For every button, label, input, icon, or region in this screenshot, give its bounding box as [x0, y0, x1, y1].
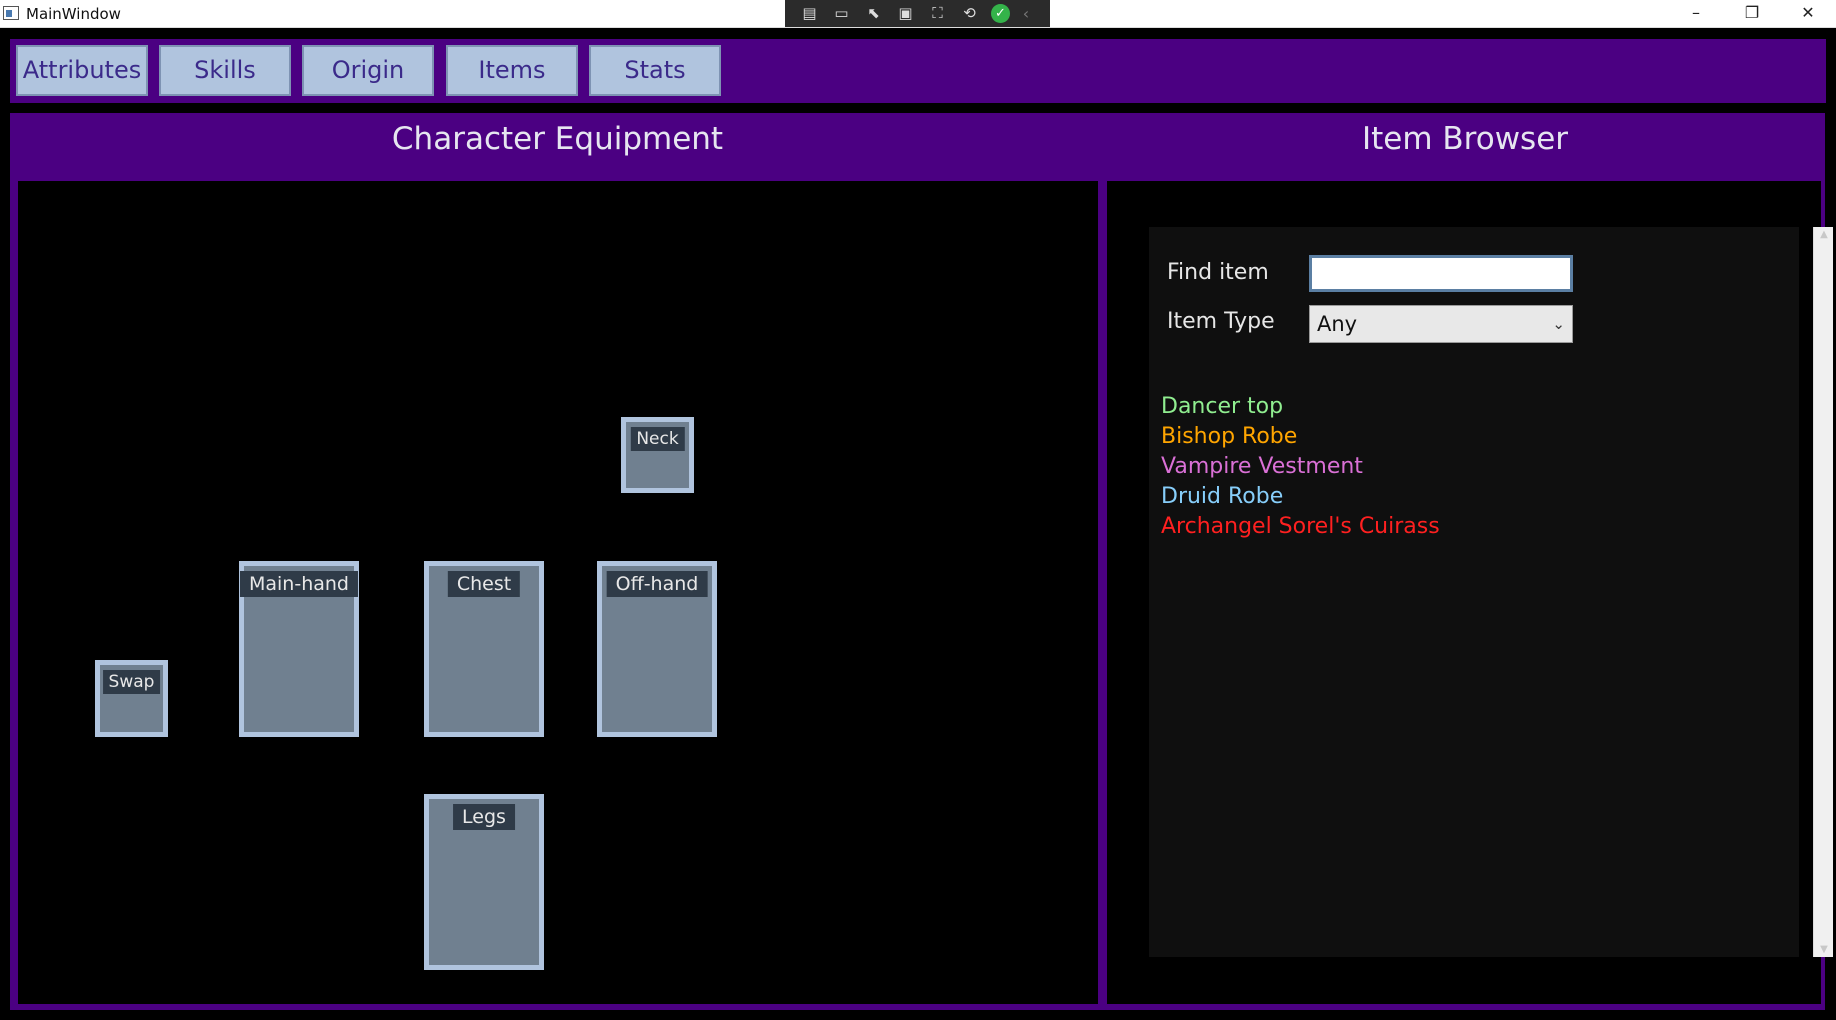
list-item[interactable]: Archangel Sorel's Cuirass	[1161, 512, 1440, 542]
list-item[interactable]: Bishop Robe	[1161, 422, 1440, 452]
tab-attributes[interactable]: Attributes	[16, 45, 148, 96]
item-type-value: Any	[1317, 312, 1358, 336]
collapse-chevron-icon[interactable]: ‹	[1021, 4, 1031, 23]
window-controls: – ❐ ✕	[1668, 0, 1836, 28]
window-icon	[3, 6, 19, 20]
hot-reload-icon[interactable]: ⟲	[959, 4, 980, 23]
slot-chest-label: Chest	[447, 571, 521, 597]
item-browser-panel: Item Browser Find item Item Type Any ⌄ D…	[1105, 113, 1833, 1010]
scroll-up-icon[interactable]: ▲	[1814, 229, 1834, 240]
slot-main-hand-label: Main-hand	[239, 571, 359, 597]
item-browser-title: Item Browser	[1361, 121, 1569, 157]
find-item-input[interactable]	[1309, 255, 1573, 292]
title-bar: MainWindow ▤ ▭ ⬉ ▣ ⛶ ⟲ ✓ ‹ – ❐ ✕	[0, 0, 1836, 28]
slot-legs[interactable]: Legs	[424, 794, 544, 970]
slot-neck-label: Neck	[630, 427, 685, 451]
item-browser-area: Find item Item Type Any ⌄ Dancer top Bis…	[1107, 181, 1833, 1004]
slot-off-hand[interactable]: Off-hand	[597, 561, 717, 737]
slot-swap-label: Swap	[102, 670, 161, 694]
select-element-icon[interactable]: ⬉	[863, 4, 884, 23]
item-type-select[interactable]: Any ⌄	[1309, 305, 1573, 343]
vertical-scrollbar[interactable]: ▲ ▼	[1813, 227, 1833, 957]
item-type-label: Item Type	[1167, 309, 1275, 334]
character-equipment-panel: Character Equipment Neck Main-hand Chest…	[10, 113, 1105, 1010]
slot-main-hand[interactable]: Main-hand	[239, 561, 359, 737]
list-item[interactable]: Vampire Vestment	[1161, 452, 1440, 482]
item-list: Dancer top Bishop Robe Vampire Vestment …	[1161, 392, 1440, 542]
find-item-label: Find item	[1167, 260, 1269, 285]
window-title: MainWindow	[26, 5, 121, 23]
chevron-down-icon: ⌄	[1552, 315, 1565, 333]
list-item[interactable]: Dancer top	[1161, 392, 1440, 422]
tab-items[interactable]: Items	[446, 45, 578, 96]
slot-swap[interactable]: Swap	[95, 660, 168, 737]
live-tree-icon[interactable]: ▤	[799, 4, 820, 23]
display-layout-adorners-icon[interactable]: ▣	[895, 4, 916, 23]
check-icon[interactable]: ✓	[991, 4, 1010, 23]
restore-button[interactable]: ❐	[1724, 0, 1780, 28]
equipment-area: Neck Main-hand Chest Off-hand Swap Legs	[18, 181, 1098, 1004]
scroll-down-icon[interactable]: ▼	[1814, 944, 1834, 955]
tab-skills[interactable]: Skills	[159, 45, 291, 96]
item-browser-content: Find item Item Type Any ⌄ Dancer top Bis…	[1149, 227, 1833, 957]
tab-origin[interactable]: Origin	[302, 45, 434, 96]
camera-icon[interactable]: ▭	[831, 4, 852, 23]
debug-toolbar: ▤ ▭ ⬉ ▣ ⛶ ⟲ ✓ ‹	[785, 0, 1050, 27]
slot-legs-label: Legs	[453, 804, 515, 830]
slot-chest[interactable]: Chest	[424, 561, 544, 737]
track-focus-icon[interactable]: ⛶	[927, 4, 948, 23]
list-item[interactable]: Druid Robe	[1161, 482, 1440, 512]
slot-neck[interactable]: Neck	[621, 417, 694, 493]
character-equipment-title: Character Equipment	[391, 121, 724, 157]
tab-stats[interactable]: Stats	[589, 45, 721, 96]
slot-off-hand-label: Off-hand	[606, 571, 708, 597]
nav-bar: Attributes Skills Origin Items Stats	[10, 39, 1826, 103]
close-button[interactable]: ✕	[1780, 0, 1836, 28]
minimize-button[interactable]: –	[1668, 0, 1724, 28]
